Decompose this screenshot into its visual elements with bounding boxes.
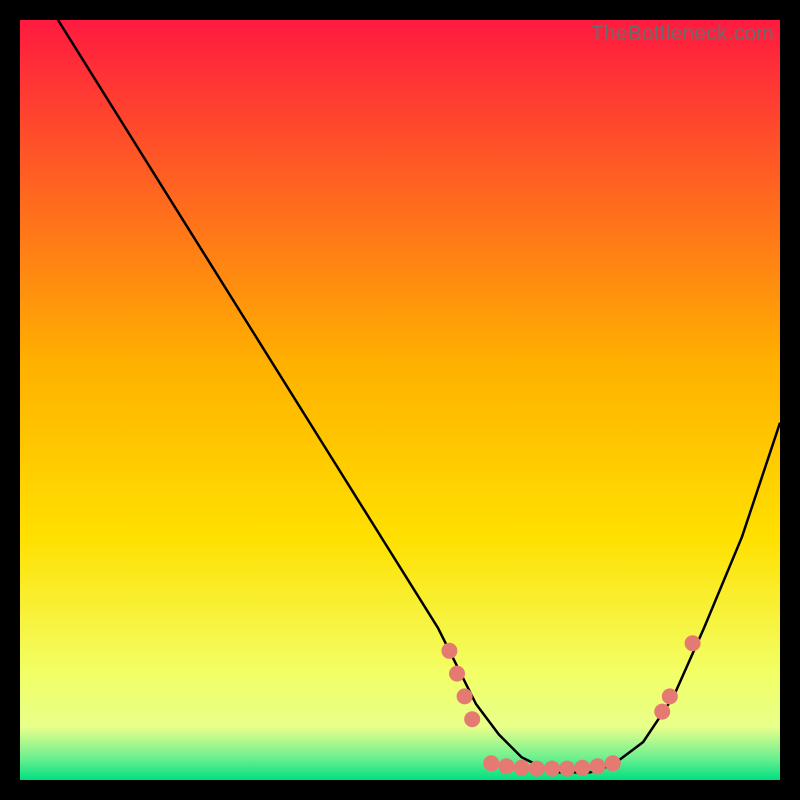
curve-marker [662,688,678,704]
curve-marker [514,760,530,776]
plot-svg [20,20,780,780]
curve-marker [574,760,590,776]
curve-marker [449,666,465,682]
curve-marker [605,755,621,771]
curve-marker [529,761,545,777]
watermark-label: TheBottleneck.com [591,22,774,46]
gradient-background [20,20,780,780]
curve-marker [457,688,473,704]
curve-marker [685,635,701,651]
chart-frame: TheBottleneck.com [20,20,780,780]
curve-marker [654,704,670,720]
curve-marker [590,758,606,774]
curve-marker [441,643,457,659]
curve-marker [559,761,575,777]
curve-marker [483,755,499,771]
curve-marker [498,758,514,774]
curve-marker [544,761,560,777]
curve-marker [464,711,480,727]
